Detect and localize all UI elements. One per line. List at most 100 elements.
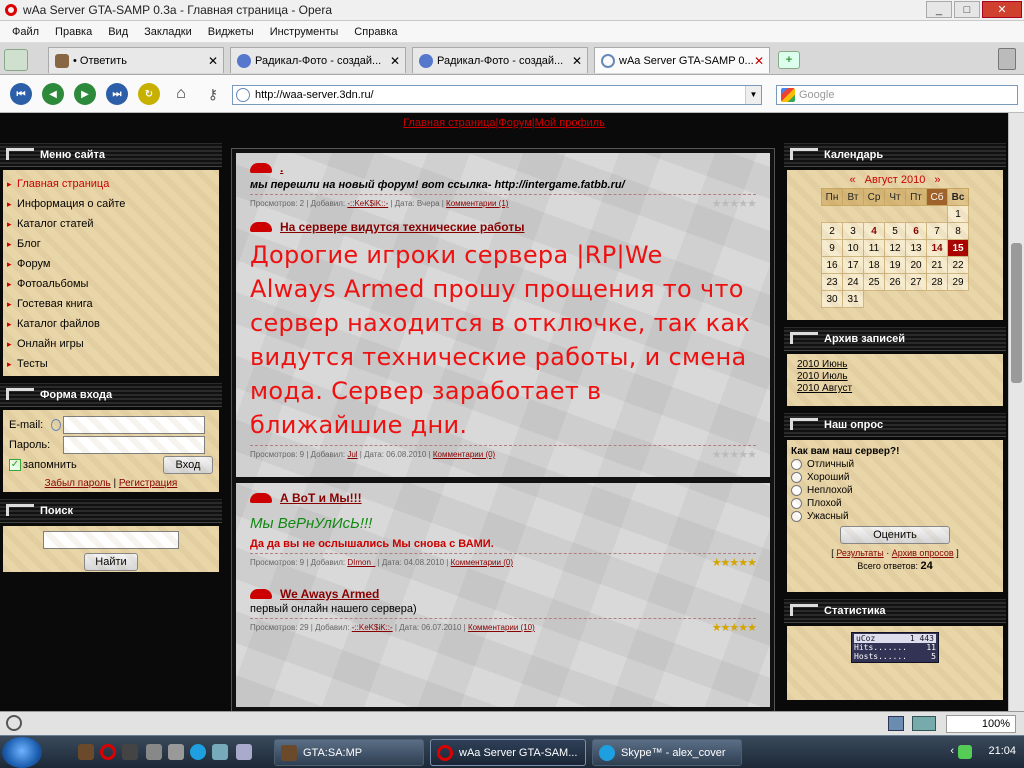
calendar-day[interactable]: 5 [884,222,906,240]
minimize-button[interactable]: _ [926,1,952,18]
tab-close-icon[interactable]: ✕ [572,54,582,68]
tab-waa-server[interactable]: wAa Server GTA-SAMP 0... ✕ [594,47,770,73]
tray-expand-icon[interactable]: ‹ [950,745,954,757]
forgot-password-link[interactable]: Забыл пароль [45,478,111,489]
calendar-day[interactable]: 29 [947,273,969,291]
calendar-day[interactable]: 23 [821,273,843,291]
menu-item-games[interactable]: Онлайн игры [3,334,219,354]
wand-key-icon[interactable]: ⚷ [202,83,224,105]
comments-link[interactable]: Комментарии (1) [446,199,508,208]
calendar-month[interactable]: Август 2010 [865,174,926,186]
rating-stars[interactable]: ★★★★★ [712,197,757,210]
menu-view[interactable]: Вид [108,26,128,38]
calendar-day[interactable]: 24 [842,273,864,291]
calendar-day[interactable]: 10 [842,239,864,257]
media-icon[interactable] [122,744,138,760]
login-button[interactable]: Вход [163,456,213,474]
network-icon[interactable] [958,745,972,759]
nav-forum-link[interactable]: Форум [498,117,531,129]
entry-title[interactable]: А ВоТ и Мы!!! [250,491,756,505]
poll-option[interactable]: Плохой [791,498,999,509]
tab-reply[interactable]: • Ответить ✕ [48,47,224,73]
reload-icon[interactable]: ↻ [138,83,160,105]
calendar-day[interactable]: 15 [947,239,969,257]
calendar-day[interactable]: 30 [821,290,843,308]
new-tab-button[interactable]: + [778,51,800,69]
email-field[interactable] [63,416,205,434]
menu-item-photos[interactable]: Фотоальбомы [3,274,219,294]
windows-switch-icon[interactable] [236,744,252,760]
menu-file[interactable]: Файл [12,26,39,38]
poll-archive-link[interactable]: Архив опросов [892,548,954,558]
image-toggle-icon[interactable] [912,716,936,731]
calendar-day[interactable]: 4 [863,222,885,240]
address-field[interactable]: http://waa-server.3dn.ru/ ▼ [232,85,762,105]
start-button[interactable] [2,737,42,768]
opera-icon[interactable] [100,744,116,760]
clock[interactable]: 21:04 [988,745,1016,757]
calendar-day[interactable]: 12 [884,239,906,257]
menu-edit[interactable]: Правка [55,26,92,38]
comments-link[interactable]: Комментарии (10) [468,623,535,632]
results-link[interactable]: Результаты [836,548,883,558]
calendar-day[interactable]: 22 [947,256,969,274]
forward-icon[interactable]: ▶ [74,83,96,105]
vote-button[interactable]: Оценить [840,526,950,544]
ucoz-counter[interactable]: uCoz 1 443 Hits....... 11 Hosts...... 5 [851,632,939,663]
gta-icon[interactable] [78,744,94,760]
calendar-day[interactable]: 28 [926,273,948,291]
menu-item-files[interactable]: Каталог файлов [3,314,219,334]
close-window-button[interactable]: ✕ [982,1,1022,18]
menu-item-tests[interactable]: Тесты [3,354,219,374]
menu-widgets[interactable]: Виджеты [208,26,254,38]
menu-item-forum[interactable]: Форум [3,254,219,274]
calendar-day[interactable]: 13 [905,239,927,257]
tab-radikal-1[interactable]: Радикал-Фото - создай... ✕ [230,47,406,73]
comments-link[interactable]: Комментарии (0) [433,450,495,459]
calendar-day[interactable]: 16 [821,256,843,274]
calendar-day[interactable]: 27 [905,273,927,291]
register-link[interactable]: Регистрация [119,478,177,489]
taskbar-app-opera[interactable]: wAa Server GTA-SAM... [430,739,586,766]
calendar-day[interactable]: 7 [926,222,948,240]
calendar-day[interactable]: 14 [926,239,948,257]
author-link[interactable]: DImon_ [347,558,375,567]
scroll-thumb[interactable] [1011,243,1022,383]
rating-stars[interactable]: ★★★★★ [712,448,757,461]
menu-item-info[interactable]: Информация о сайте [3,194,219,214]
comments-link[interactable]: Комментарии (0) [451,558,513,567]
entry-title[interactable]: На сервере видутся технические работы [250,220,756,234]
menu-item-articles[interactable]: Каталог статей [3,214,219,234]
trash-icon[interactable] [998,48,1016,70]
calendar-day[interactable]: 8 [947,222,969,240]
menu-item-guestbook[interactable]: Гостевая книга [3,294,219,314]
calendar-day[interactable]: 1 [947,205,969,223]
site-search-input[interactable] [43,531,179,549]
prev-month-link[interactable]: « [849,174,855,186]
skype-quick-icon[interactable] [190,744,206,760]
taskbar-app-skype[interactable]: Skype™ - alex_cover [592,739,742,766]
archive-link[interactable]: 2010 Август [797,383,993,394]
poll-option[interactable]: Хороший [791,472,999,483]
author-link[interactable]: -::KeK$iK::- [347,199,388,208]
taskbar-app-gta[interactable]: GTA:SA:MP [274,739,424,766]
author-link[interactable]: Jul [347,450,357,459]
remember-checkbox[interactable]: ✓ [9,459,21,471]
menu-help[interactable]: Справка [354,26,397,38]
view-toggle-icon[interactable] [888,716,904,731]
calendar-day[interactable]: 20 [905,256,927,274]
calendar-day[interactable]: 21 [926,256,948,274]
poll-option[interactable]: Отличный [791,459,999,470]
calendar-day[interactable]: 31 [842,290,864,308]
calendar-day[interactable]: 17 [842,256,864,274]
menu-tools[interactable]: Инструменты [270,26,339,38]
calendar-day[interactable]: 3 [842,222,864,240]
entry-title[interactable]: We Aways Armed [250,587,756,601]
maximize-button[interactable]: □ [954,1,980,18]
rating-stars[interactable]: ★★★★★ [712,621,757,634]
tab-close-icon[interactable]: ✕ [390,54,400,68]
nav-home-link[interactable]: Главная страница [403,117,495,129]
author-link[interactable]: -::KeK$iK::- [352,623,393,632]
zoom-field[interactable]: 100% [946,715,1016,733]
menu-item-home[interactable]: Главная страница [3,174,219,194]
